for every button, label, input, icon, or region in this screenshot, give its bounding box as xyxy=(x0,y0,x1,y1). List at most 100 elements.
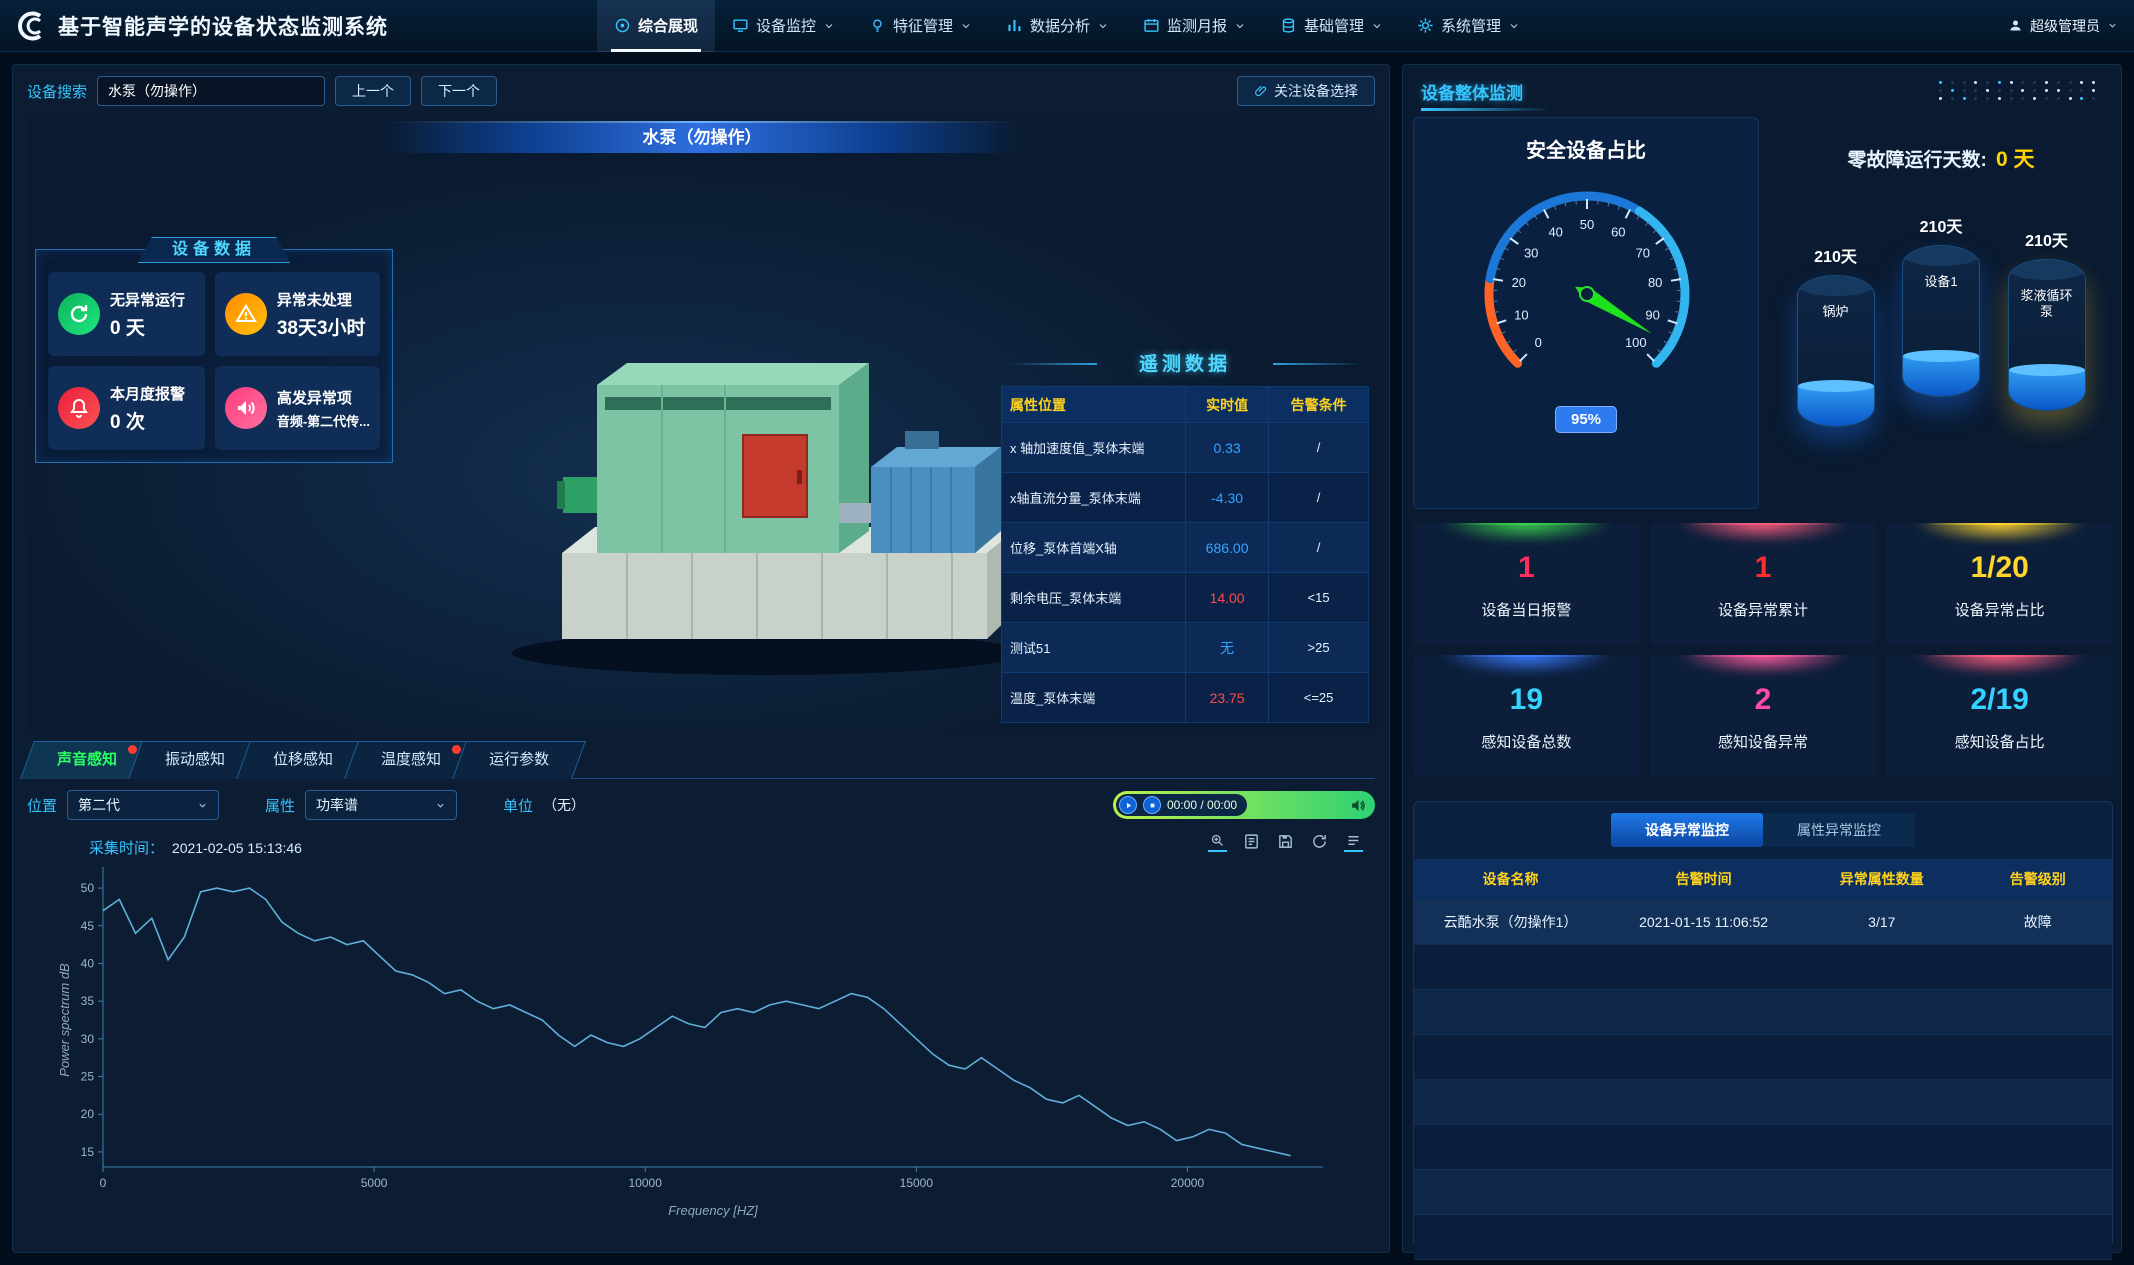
alarm-cell-empty xyxy=(1963,1215,2112,1259)
device-data-value: 音频-第二代传... xyxy=(277,411,370,430)
tank-body: 浆液循环泵 xyxy=(2008,259,2086,411)
telemetry-header-cell: 实时值 xyxy=(1185,387,1268,422)
device-data-value: 0 天 xyxy=(110,313,185,340)
focus-device-button[interactable]: 关注设备选择 xyxy=(1237,76,1375,106)
alert-badge-dot xyxy=(128,745,137,754)
telemetry-value: 686.00 xyxy=(1185,523,1268,572)
main-menu: 综合展现设备监控 特征管理 数据分析监测月报基础管理系统管理 xyxy=(597,0,1537,52)
svg-text:10000: 10000 xyxy=(629,1176,663,1190)
tank-body: 锅炉 xyxy=(1797,275,1875,427)
nav-item-data-analysis[interactable]: 数据分析 xyxy=(989,0,1126,52)
telemetry-attr-name: 剩余电压_泵体末端 xyxy=(1002,573,1185,622)
telemetry-condition: / xyxy=(1268,423,1368,472)
zero-fault-title: 零故障运行天数: 0 天 xyxy=(1769,143,2113,173)
svg-text:20: 20 xyxy=(81,1107,95,1121)
alarm-header-cell: 告警时间 xyxy=(1607,859,1800,899)
restore-icon[interactable] xyxy=(1310,833,1329,852)
tank-row: 210天锅炉210天设备1210天浆液循环泵 xyxy=(1769,213,2113,427)
attribute-value: 功率谱 xyxy=(316,795,358,815)
position-select[interactable]: 第二代 xyxy=(67,790,219,820)
alarm-cell-empty xyxy=(1963,945,2112,989)
nav-item-overview[interactable]: 综合展现 xyxy=(597,0,715,52)
tank-days: 210天 xyxy=(1814,243,1857,267)
zero-fault-card: 零故障运行天数: 0 天 210天锅炉210天设备1210天浆液循环泵 xyxy=(1769,117,2113,509)
device-3d-viewport[interactable]: 水泵（勿操作） xyxy=(27,115,1377,733)
device-detail-panel: 设备搜索 上一个 下一个 关注设备选择 水泵（勿操作） xyxy=(12,64,1390,1253)
alarm-row-empty xyxy=(1414,1215,2112,1260)
disc-icon xyxy=(614,17,631,34)
device-data-card-month-alarms: 本月度报警0 次 xyxy=(48,366,205,450)
device-data-label: 异常未处理 xyxy=(277,289,366,310)
spectrum-chart[interactable]: 152025303540455005000100001500020000Powe… xyxy=(53,855,1353,1235)
alarm-cell-empty xyxy=(1963,1080,2112,1124)
alarm-cell-empty xyxy=(1963,1125,2112,1169)
telemetry-header-row: 属性位置实时值告警条件 xyxy=(1001,386,1369,423)
stop-button[interactable] xyxy=(1143,796,1161,814)
stat-value: 2/19 xyxy=(1886,683,2113,717)
save-image-icon[interactable] xyxy=(1276,833,1295,852)
attribute-label: 属性 xyxy=(265,795,295,816)
svg-text:Power spectrum dB: Power spectrum dB xyxy=(57,963,72,1077)
svg-text:40: 40 xyxy=(1548,225,1562,240)
nav-item-feature-manage[interactable]: 特征管理 xyxy=(852,0,989,52)
alarm-cell-empty xyxy=(1414,1035,1607,1079)
tank-liquid xyxy=(1903,356,1979,397)
nav-item-monthly-report[interactable]: 监测月报 xyxy=(1126,0,1263,52)
tank-rim xyxy=(1903,246,1979,266)
stat-card-abnormal-ratio: 1/20设备异常占比 xyxy=(1886,523,2113,645)
nav-item-basic-manage[interactable]: 基础管理 xyxy=(1263,0,1400,52)
user-menu[interactable]: 超级管理员 xyxy=(2008,16,2118,36)
telemetry-value: 23.75 xyxy=(1185,673,1268,722)
sense-tab-run-params[interactable]: 运行参数 xyxy=(459,741,579,779)
play-button[interactable] xyxy=(1119,796,1137,814)
sense-tab-label: 温度感知 xyxy=(381,751,441,768)
telemetry-condition: <=25 xyxy=(1268,673,1368,722)
prev-device-button[interactable]: 上一个 xyxy=(335,76,411,106)
pump-3d-model[interactable] xyxy=(467,235,1027,685)
alarm-cell-empty xyxy=(1800,990,1963,1034)
user-name: 超级管理员 xyxy=(2030,16,2100,36)
device-search-input[interactable] xyxy=(97,76,325,106)
chevron-down-icon xyxy=(2107,20,2118,31)
zero-fault-label: 零故障运行天数: xyxy=(1847,150,1986,171)
svg-text:15000: 15000 xyxy=(900,1176,934,1190)
device-data-value: 38天3小时 xyxy=(277,313,366,340)
alarm-cell-empty xyxy=(1414,1125,1607,1169)
app-title: 基于智能声学的设备状态监测系统 xyxy=(58,11,388,41)
stat-label: 感知设备异常 xyxy=(1650,731,1877,752)
monitor-tab-device-abnormal[interactable]: 设备异常监控 xyxy=(1611,813,1763,847)
alarm-cell-empty xyxy=(1963,1035,2112,1079)
svg-text:20: 20 xyxy=(1512,275,1526,290)
next-device-button[interactable]: 下一个 xyxy=(421,76,497,106)
telemetry-attr-name: x轴直流分量_泵体末端 xyxy=(1002,473,1185,522)
chevron-down-icon xyxy=(1371,20,1383,32)
sense-tab-label: 振动感知 xyxy=(165,751,225,768)
device-data-card-frequent-abnormal: 高发异常项音频-第二代传... xyxy=(215,366,380,450)
attribute-select[interactable]: 功率谱 xyxy=(305,790,457,820)
telemetry-row: 位移_泵体首端X轴686.00/ xyxy=(1001,523,1369,573)
gauge-title: 安全设备占比 xyxy=(1414,134,1758,163)
magic-type-icon[interactable] xyxy=(1344,833,1363,852)
unit-label: 单位 xyxy=(503,795,533,816)
volume-icon[interactable] xyxy=(1350,797,1367,814)
data-zoom-icon[interactable] xyxy=(1208,833,1227,852)
nav-item-device-monitor[interactable]: 设备监控 xyxy=(715,0,852,52)
alarm-row: 云酷水泵（勿操作1）2021-01-15 11:06:523/17故障 xyxy=(1414,900,2112,945)
alarm-cell: 2021-01-15 11:06:52 xyxy=(1607,900,1800,944)
device-data-text: 无异常运行0 天 xyxy=(110,289,185,340)
stat-value: 1 xyxy=(1413,551,1640,585)
tank-boiler: 210天锅炉 xyxy=(1797,243,1875,427)
alarm-header-cell: 异常属性数量 xyxy=(1800,859,1963,899)
nav-item-label: 特征管理 xyxy=(893,15,953,36)
alarm-cell: 云酷水泵（勿操作1） xyxy=(1414,900,1607,944)
monitor-tab-attr-abnormal[interactable]: 属性异常监控 xyxy=(1763,813,1915,847)
nav-item-system-manage[interactable]: 系统管理 xyxy=(1400,0,1537,52)
telemetry-value: 14.00 xyxy=(1185,573,1268,622)
data-view-icon[interactable] xyxy=(1242,833,1261,852)
chevron-down-icon xyxy=(1508,20,1520,32)
sense-controls: 位置 第二代 属性 功率谱 单位 （无） 00:00 / 00:00 xyxy=(27,789,1375,821)
sense-tab-label: 位移感知 xyxy=(273,751,333,768)
alarm-cell-empty xyxy=(1963,990,2112,1034)
alarm-cell-empty xyxy=(1800,1170,1963,1214)
stat-label: 设备异常占比 xyxy=(1886,599,2113,620)
